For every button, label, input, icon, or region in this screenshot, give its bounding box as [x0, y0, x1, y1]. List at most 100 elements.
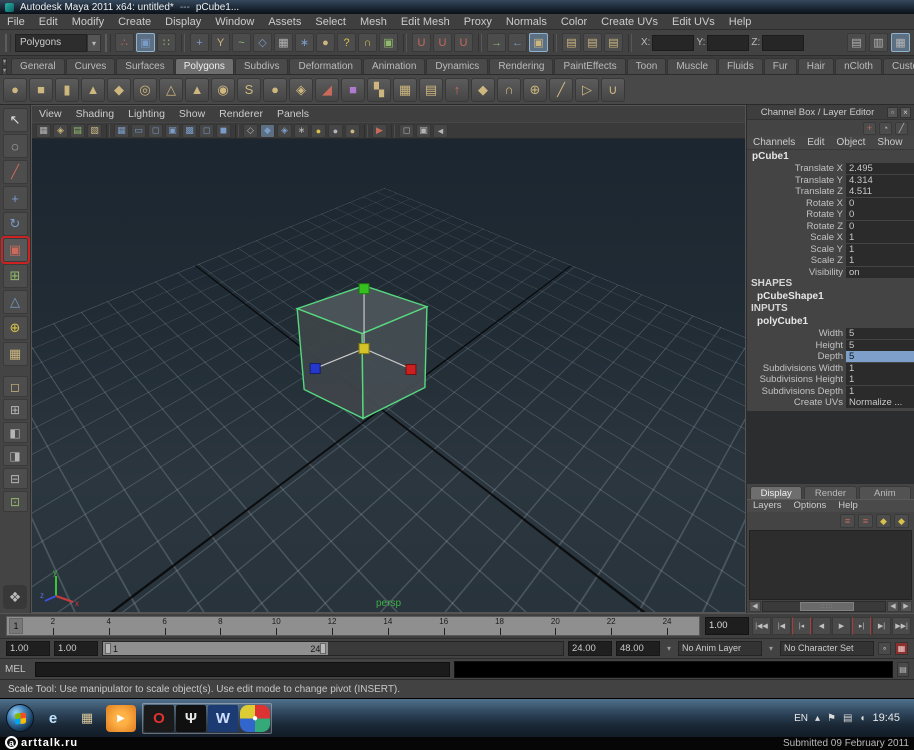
node-name[interactable]: pCube1: [747, 150, 914, 163]
volume-icon[interactable]: ◖: [859, 713, 865, 724]
go-to-start-button[interactable]: |◀◀: [752, 617, 771, 635]
animation-end-field[interactable]: 48.00: [616, 641, 660, 656]
mask-misc-icon[interactable]: ?: [337, 33, 356, 52]
wireframe-on-shaded-icon[interactable]: ▣: [416, 124, 431, 138]
panel-menu-item[interactable]: Shading: [69, 106, 122, 122]
menu-item[interactable]: Display: [158, 14, 208, 30]
layer-list[interactable]: [749, 530, 912, 600]
poly-cube-icon[interactable]: ■: [29, 78, 53, 102]
channel-value-field[interactable]: 4.511: [846, 186, 914, 197]
combine-icon[interactable]: ▦: [393, 78, 417, 102]
channel-value-field[interactable]: 1: [846, 363, 914, 374]
move-layer-up-icon[interactable]: ≡: [840, 514, 855, 528]
channel-value-field[interactable]: 0: [846, 221, 914, 232]
poly-sphere-icon[interactable]: ●: [3, 78, 27, 102]
sculpt-geometry-icon[interactable]: ◢: [315, 78, 339, 102]
move-tool-icon[interactable]: +: [3, 186, 28, 210]
poly-torus-icon[interactable]: ◎: [133, 78, 157, 102]
channel-row[interactable]: Width 5: [747, 328, 914, 340]
show-attribute-editor-icon[interactable]: ▤: [847, 33, 866, 52]
snap-to-point-icon[interactable]: U: [454, 33, 473, 52]
separator[interactable]: [364, 124, 368, 138]
shelf-tab[interactable]: Rendering: [489, 58, 553, 74]
poly-prism-icon[interactable]: △: [159, 78, 183, 102]
channel-row[interactable]: Height 5: [747, 340, 914, 352]
panel-menu-item[interactable]: Panels: [270, 106, 316, 122]
render-settings-icon[interactable]: ▤: [604, 33, 623, 52]
shelf-tab[interactable]: Subdivs: [235, 58, 289, 74]
frame-all-icon[interactable]: ◄: [433, 124, 448, 138]
channel-label[interactable]: Create UVs: [794, 397, 843, 408]
channel-value-field[interactable]: on: [846, 267, 914, 278]
channel-label[interactable]: Translate Y: [795, 175, 843, 186]
shelf-tab[interactable]: Animation: [363, 58, 425, 74]
poly-pipe-icon[interactable]: ◉: [211, 78, 235, 102]
channel-label[interactable]: Rotate Y: [806, 209, 843, 220]
channel-value-field[interactable]: 4.314: [846, 175, 914, 186]
field-chart-icon[interactable]: ▩: [182, 124, 197, 138]
channel-label[interactable]: Width: [819, 328, 843, 339]
channel-row[interactable]: Rotate Z 0: [747, 221, 914, 233]
shelf-tab[interactable]: Hair: [798, 58, 834, 74]
poly-pyramid-icon[interactable]: ▲: [185, 78, 209, 102]
x-input[interactable]: [652, 35, 694, 51]
script-editor-icon[interactable]: ▤: [897, 662, 909, 677]
channel-label[interactable]: Subdivisions Width: [763, 363, 843, 374]
mask-rendering-icon[interactable]: ●: [316, 33, 335, 52]
range-start-handle[interactable]: [105, 643, 111, 654]
move-layer-down-icon[interactable]: ≡: [858, 514, 873, 528]
shelf-tab[interactable]: Fur: [764, 58, 797, 74]
panel-menu-item[interactable]: Lighting: [121, 106, 172, 122]
language-indicator[interactable]: EN: [794, 713, 808, 724]
manip-update-icon[interactable]: +: [863, 122, 876, 135]
resolution-gate-icon[interactable]: ◻: [148, 124, 163, 138]
layout-persp-outliner-icon[interactable]: ◧: [3, 422, 28, 443]
rotate-tool-icon[interactable]: ↻: [3, 212, 28, 236]
play-forwards-button[interactable]: ▶: [832, 617, 851, 635]
chevron-down-icon[interactable]: ▾: [766, 644, 776, 653]
panel-menu-item[interactable]: Renderer: [212, 106, 270, 122]
select-hierarchy-icon[interactable]: ∴: [115, 33, 134, 52]
layer-editor-tab[interactable]: Anim: [859, 486, 911, 499]
channel-value-field[interactable]: 5: [846, 340, 914, 351]
output-connections-icon[interactable]: ←: [508, 33, 527, 52]
channel-value-field[interactable]: 1: [846, 386, 914, 397]
snap-to-curve-icon[interactable]: U: [433, 33, 452, 52]
shelf-menu-icon[interactable]: ▾: [2, 67, 7, 75]
menu-item[interactable]: Window: [208, 14, 261, 30]
opera-icon[interactable]: O: [144, 705, 174, 732]
camera-attributes-icon[interactable]: ◈: [53, 124, 68, 138]
playback-end-field[interactable]: 24.00: [568, 641, 612, 656]
menu-item[interactable]: Edit UVs: [665, 14, 722, 30]
channel-label[interactable]: Rotate Z: [807, 221, 843, 232]
snap-to-grid-icon[interactable]: U: [412, 33, 431, 52]
render-current-frame-icon[interactable]: ▤: [562, 33, 581, 52]
menu-item[interactable]: Create: [111, 14, 158, 30]
highlight-selection-icon[interactable]: ▣: [379, 33, 398, 52]
poly-plane-icon[interactable]: ◆: [107, 78, 131, 102]
gate-mask-icon[interactable]: ▣: [165, 124, 180, 138]
channel-label[interactable]: Visibility: [809, 267, 843, 278]
command-input[interactable]: [35, 662, 450, 677]
poly-soccer-ball-icon[interactable]: ●: [263, 78, 287, 102]
title-bar[interactable]: Autodesk Maya 2011 x64: untitled* --- pC…: [0, 0, 914, 14]
shelf-tab[interactable]: PaintEffects: [554, 58, 625, 74]
mask-curves-icon[interactable]: ~: [232, 33, 251, 52]
mirror-icon[interactable]: ▚: [367, 78, 391, 102]
shelf-tab[interactable]: nCloth: [835, 58, 882, 74]
range-end-handle[interactable]: [320, 643, 326, 654]
mask-joints-icon[interactable]: Y: [211, 33, 230, 52]
channel-label[interactable]: Height: [816, 340, 843, 351]
shelf-tab[interactable]: Curves: [66, 58, 116, 74]
split-polygon-icon[interactable]: ╱: [549, 78, 573, 102]
menu-set-value[interactable]: Polygons: [15, 34, 87, 52]
poly-cylinder-icon[interactable]: ▮: [55, 78, 79, 102]
isolate-select-icon[interactable]: ▶: [372, 124, 387, 138]
range-slider[interactable]: 1 24: [102, 641, 564, 656]
shelf-tab[interactable]: General: [11, 58, 65, 74]
lighting-none-icon[interactable]: ●: [345, 124, 360, 138]
channel-row[interactable]: Scale Y 1: [747, 244, 914, 256]
hyperbolic-slider-icon[interactable]: ╱: [895, 122, 908, 135]
bookmarks-icon[interactable]: ▤: [70, 124, 85, 138]
channel-label[interactable]: Subdivisions Height: [760, 374, 843, 385]
